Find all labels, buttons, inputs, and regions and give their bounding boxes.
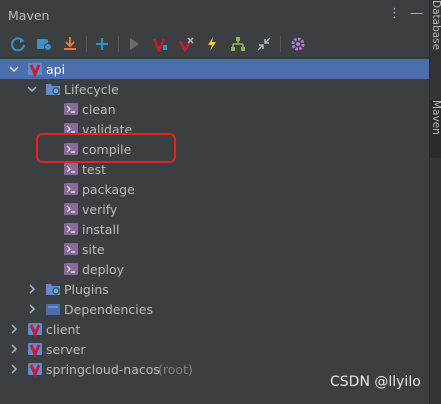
dependencies-folder-icon xyxy=(45,301,61,317)
project-node-api[interactable]: api xyxy=(0,59,429,79)
maven-module-icon xyxy=(27,341,43,358)
chevron-right-icon[interactable] xyxy=(9,364,19,374)
goal-icon xyxy=(63,161,79,177)
execute-goal-icon[interactable] xyxy=(150,34,170,54)
goal-label: install xyxy=(82,221,120,237)
skip-tests-icon[interactable] xyxy=(202,34,222,54)
goal-icon xyxy=(63,101,79,117)
goal-icon xyxy=(63,261,79,277)
project-label: springcloud-nacos xyxy=(46,361,160,377)
maven-tool-window: Maven ⋮ — api Lifecycle clean validate c… xyxy=(0,0,429,404)
title-actions: ⋮ — xyxy=(388,7,423,21)
reimport-icon[interactable] xyxy=(34,34,54,54)
lifecycle-folder-icon xyxy=(45,81,61,97)
show-dependencies-icon[interactable] xyxy=(228,34,248,54)
chevron-right-icon[interactable] xyxy=(27,284,37,294)
maven-module-icon xyxy=(27,361,43,378)
plugins-label: Plugins xyxy=(64,281,109,297)
plugins-node[interactable]: Plugins xyxy=(0,279,429,299)
chevron-right-icon[interactable] xyxy=(9,344,19,354)
chevron-down-icon[interactable] xyxy=(9,64,19,74)
title-bar: Maven ⋮ — xyxy=(0,0,429,30)
chevron-right-icon[interactable] xyxy=(27,304,37,314)
goal-label: package xyxy=(82,181,135,197)
collapse-all-icon[interactable] xyxy=(254,34,274,54)
goal-label: verify xyxy=(82,201,118,217)
run-icon[interactable] xyxy=(124,34,144,54)
chevron-down-icon[interactable] xyxy=(27,84,37,94)
toggle-offline-icon[interactable] xyxy=(176,34,196,54)
goal-icon xyxy=(63,221,79,237)
goal-item[interactable]: package xyxy=(0,179,429,199)
goal-icon xyxy=(63,241,79,257)
goal-item[interactable]: site xyxy=(0,239,429,259)
toolbar-separator xyxy=(280,36,281,52)
maven-tab[interactable]: Maven xyxy=(430,100,441,158)
plugins-folder-icon xyxy=(45,281,61,297)
add-icon[interactable] xyxy=(92,34,112,54)
goal-item[interactable]: verify xyxy=(0,199,429,219)
minimize-icon[interactable]: — xyxy=(410,7,423,21)
project-node-server[interactable]: server xyxy=(0,339,429,359)
toolbar-separator xyxy=(118,36,119,52)
maven-module-icon xyxy=(27,61,43,78)
watermark: CSDN @llyilo xyxy=(330,374,421,390)
toolbar-separator xyxy=(86,36,87,52)
goal-item[interactable]: deploy xyxy=(0,259,429,279)
project-label: api xyxy=(46,61,66,77)
goal-label: site xyxy=(82,241,105,257)
goal-label: deploy xyxy=(82,261,125,277)
database-tab[interactable]: Database xyxy=(430,0,441,80)
project-label: server xyxy=(46,341,86,357)
dependencies-node[interactable]: Dependencies xyxy=(0,299,429,319)
project-label: client xyxy=(46,321,81,337)
settings-icon[interactable] xyxy=(288,34,308,54)
goal-label: test xyxy=(82,161,107,177)
maven-module-icon xyxy=(27,321,43,338)
goal-icon xyxy=(63,201,79,217)
more-options-icon[interactable]: ⋮ xyxy=(388,7,401,21)
goal-item[interactable]: install xyxy=(0,219,429,239)
root-annotation: (root) xyxy=(158,361,193,377)
lifecycle-label: Lifecycle xyxy=(64,81,119,97)
refresh-icon[interactable] xyxy=(8,34,28,54)
project-node-client[interactable]: client xyxy=(0,319,429,339)
right-tool-strip: Database Maven xyxy=(429,0,441,404)
goal-item[interactable]: clean xyxy=(0,99,429,119)
chevron-right-icon[interactable] xyxy=(9,324,19,334)
goal-label: clean xyxy=(82,101,116,117)
toolbar xyxy=(0,31,429,58)
highlight-box xyxy=(36,133,176,163)
lifecycle-node[interactable]: Lifecycle xyxy=(0,79,429,99)
goal-icon xyxy=(63,181,79,197)
window-title: Maven xyxy=(8,8,50,23)
download-icon[interactable] xyxy=(60,34,80,54)
dependencies-label: Dependencies xyxy=(64,301,153,317)
